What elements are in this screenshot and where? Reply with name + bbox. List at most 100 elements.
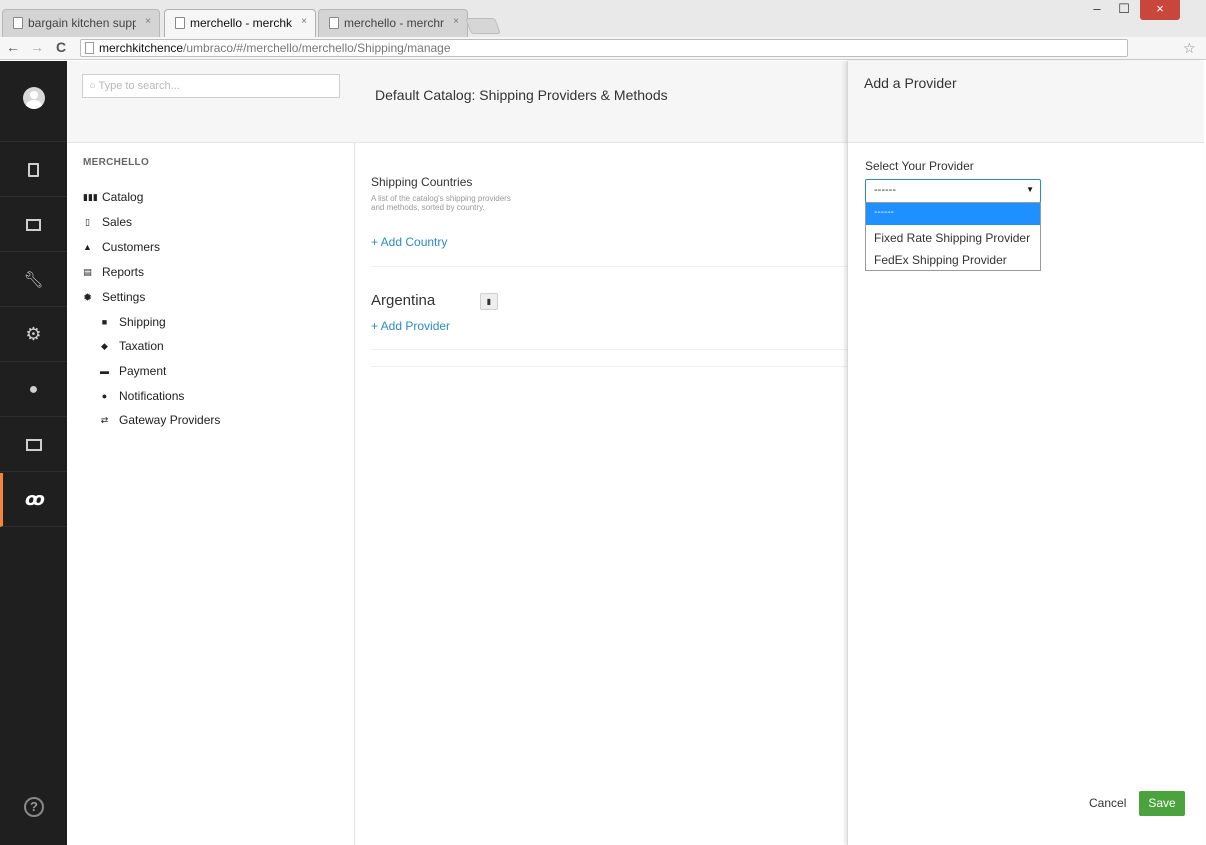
media-icon: [26, 218, 41, 231]
page-icon: [329, 17, 339, 29]
tree-item-label: Catalog: [102, 190, 144, 204]
forward-arrow-icon[interactable]: →: [30, 39, 44, 55]
provider-option[interactable]: Fixed Rate Shipping Provider: [866, 226, 1040, 248]
back-arrow-icon[interactable]: ←: [6, 39, 20, 55]
tree-item-reports[interactable]: ▤ Reports: [83, 265, 144, 279]
gear-icon: ⚙︎: [25, 324, 42, 344]
provider-dropdown-list: ------ Fixed Rate Shipping Provider FedE…: [865, 202, 1041, 271]
provider-option[interactable]: ------: [866, 203, 1040, 225]
divider: [371, 366, 847, 367]
tree-item-label: Notifications: [119, 389, 185, 403]
dialog-title: Add a Provider: [864, 75, 957, 91]
chat-icon: ●: [101, 391, 108, 401]
add-provider-link[interactable]: + Add Provider: [371, 319, 450, 333]
divider: [371, 266, 847, 267]
tree-item-notifications[interactable]: ● Notifications: [100, 389, 185, 403]
address-bar: ← → C merchkitchence/umbraco/#/merchello…: [0, 37, 1206, 92]
provider-select[interactable]: ------ ▼: [865, 179, 1041, 203]
tree-item-label: Settings: [102, 290, 146, 304]
close-window-button[interactable]: ×: [1140, 0, 1180, 20]
maximize-button[interactable]: ☐: [1110, 0, 1138, 20]
bookmark-star-icon[interactable]: ☆: [1183, 40, 1196, 57]
avatar: [23, 87, 45, 109]
cancel-button[interactable]: Cancel: [1089, 796, 1126, 810]
barcode-icon: ▮▮▮: [83, 191, 98, 202]
user-icon: ▲: [83, 242, 92, 252]
help-icon[interactable]: ?: [24, 797, 44, 817]
search-input[interactable]: ○ Type to search...: [82, 74, 340, 98]
contact-card-icon: [25, 438, 42, 451]
user-avatar-item[interactable]: [0, 61, 67, 142]
section-title: MERCHELLO: [83, 157, 150, 168]
browser-tab-1[interactable]: bargain kitchen supp ×: [2, 9, 160, 37]
tab-title: merchello - merchkit: [190, 16, 293, 30]
section-rail: 🔧︎ ⚙︎ ● ꝏ ?: [0, 61, 67, 845]
tree-header: ○ Type to search...: [67, 61, 355, 143]
tree-item-sales[interactable]: ▯ Sales: [83, 215, 132, 229]
tree-item-customers[interactable]: ▲ Customers: [83, 240, 160, 254]
add-country-link[interactable]: + Add Country: [371, 235, 447, 249]
merchello-section[interactable]: ꝏ: [0, 473, 67, 527]
url-host: merchkitchence: [99, 41, 184, 55]
provider-select-value: ------: [874, 184, 896, 196]
tab-title: bargain kitchen supp: [28, 16, 137, 30]
tree-item-label: Taxation: [119, 339, 164, 353]
add-provider-dialog: Add a Provider Select Your Provider ----…: [847, 61, 1204, 845]
close-tab-icon[interactable]: ×: [297, 16, 307, 27]
tree-item-payment[interactable]: ▬ Payment: [100, 364, 166, 378]
payment-icon: ▬: [100, 366, 109, 376]
provider-option[interactable]: FedEx Shipping Provider: [866, 248, 1040, 270]
new-tab-button[interactable]: [465, 18, 501, 34]
search-placeholder: Type to search...: [98, 80, 180, 92]
save-button[interactable]: Save: [1139, 791, 1185, 816]
shipping-countries-heading: Shipping Countries: [371, 175, 473, 189]
main-panel: Default Catalog: Shipping Providers & Me…: [355, 61, 847, 845]
settings-section[interactable]: ⚙︎: [0, 308, 67, 362]
tree-item-label: Customers: [102, 240, 161, 254]
main-header: Default Catalog: Shipping Providers & Me…: [355, 61, 847, 143]
trash-icon: ▮: [486, 297, 492, 306]
minimize-button[interactable]: –: [1085, 0, 1109, 20]
truck-icon: ■: [101, 317, 108, 327]
tree-item-catalog[interactable]: ▮▮▮ Catalog: [83, 190, 143, 204]
tax-icon: ◆: [101, 340, 108, 351]
close-tab-icon[interactable]: ×: [141, 16, 151, 27]
shipping-countries-description: A list of the catalog's shipping provide…: [371, 194, 511, 212]
tree-item-label: Sales: [102, 215, 133, 229]
content-section[interactable]: [0, 143, 67, 197]
search-icon: ○: [89, 80, 99, 92]
tree-item-label: Payment: [119, 364, 167, 378]
browser-tab-bar: bargain kitchen supp × merchello - merch…: [0, 0, 1206, 37]
gear-icon: ✹: [83, 291, 93, 304]
tree-item-label: Reports: [102, 265, 145, 279]
page-icon: [13, 17, 23, 29]
browser-tab-3[interactable]: merchello - merchro ×: [318, 9, 468, 37]
provider-select-label: Select Your Provider: [865, 159, 974, 173]
tree-item-gateway-providers[interactable]: ⇄ Gateway Providers: [100, 413, 221, 427]
user-icon: ●: [28, 380, 39, 398]
country-name: Argentina: [371, 292, 436, 309]
url-input[interactable]: merchkitchence/umbraco/#/merchello/merch…: [80, 39, 1196, 57]
tree-item-label: Gateway Providers: [119, 413, 221, 427]
divider: [371, 349, 847, 350]
url-path: /umbraco/#/merchello/merchello/Shipping/…: [183, 41, 451, 55]
page-title: Default Catalog: Shipping Providers & Me…: [375, 87, 668, 103]
merchello-icon: ꝏ: [25, 489, 45, 509]
members-section[interactable]: [0, 418, 67, 472]
gateway-icon: ⇄: [100, 414, 109, 425]
tree-item-taxation[interactable]: ◆ Taxation: [100, 339, 164, 353]
page-icon: [175, 17, 185, 29]
media-section[interactable]: [0, 198, 67, 252]
reload-icon[interactable]: C: [56, 39, 66, 55]
browser-tab-2[interactable]: merchello - merchkit ×: [164, 9, 316, 37]
tree-item-label: Shipping: [119, 315, 166, 329]
page-icon: [85, 42, 94, 54]
tree-item-shipping[interactable]: ■ Shipping: [100, 315, 166, 329]
developer-section[interactable]: 🔧︎: [0, 253, 67, 307]
close-tab-icon[interactable]: ×: [449, 16, 459, 27]
delete-country-button[interactable]: ▮: [480, 293, 498, 310]
users-section[interactable]: ●: [0, 363, 67, 417]
tree-item-settings[interactable]: ✹ Settings: [83, 290, 145, 304]
wrench-icon: 🔧︎: [23, 271, 44, 289]
report-icon: ▤: [83, 266, 92, 277]
